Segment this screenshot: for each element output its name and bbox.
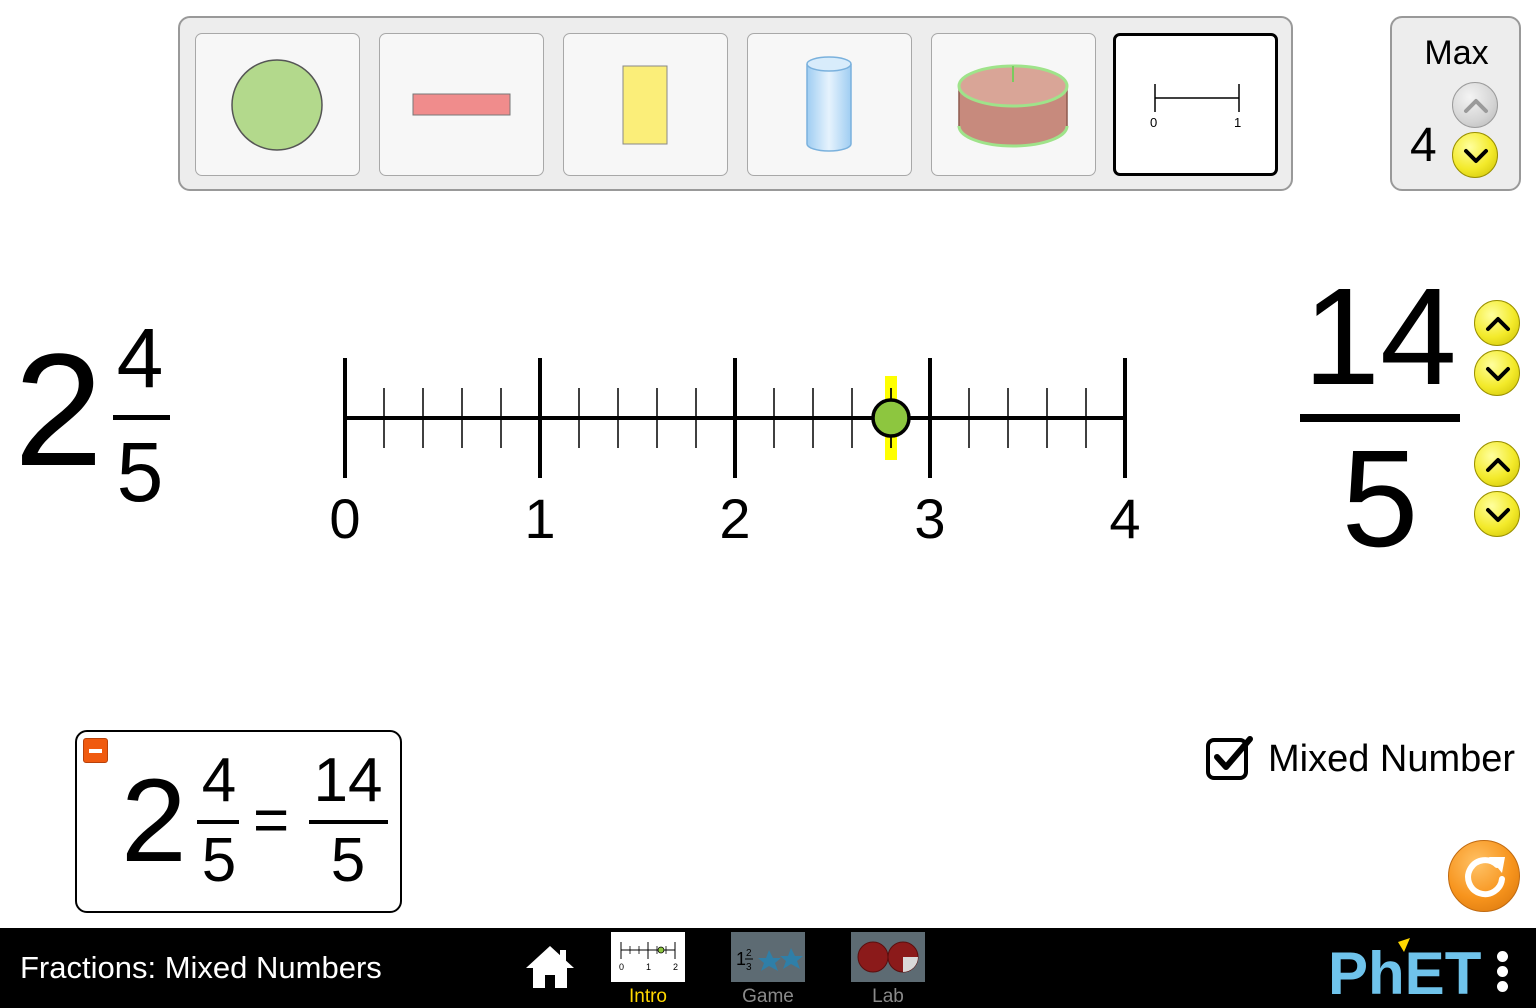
equation-improper-fraction-bar xyxy=(309,820,388,824)
svg-text:3: 3 xyxy=(746,962,752,973)
number-line-label: 1 xyxy=(524,487,555,550)
chevron-up-icon xyxy=(1486,458,1510,472)
representation-panel: 0 1 xyxy=(178,16,1293,191)
phet-logo[interactable]: PhET xyxy=(1328,938,1488,998)
mixed-whole: 2 xyxy=(14,320,103,499)
vertical-bar-representation-button[interactable] xyxy=(563,33,728,176)
screen-tab-intro-label: Intro xyxy=(628,986,668,1007)
equation-improper-denominator: 5 xyxy=(330,826,366,895)
number-line-icon-label-1: 1 xyxy=(1234,115,1242,130)
denominator-increment-button[interactable] xyxy=(1474,441,1520,487)
beaker-icon xyxy=(806,56,852,152)
equals-sign: = xyxy=(253,786,290,855)
chevron-down-icon xyxy=(1486,508,1510,522)
mixed-number-label: Mixed Number xyxy=(1268,738,1516,780)
screen-tab-intro[interactable]: 0 1 2 Intro xyxy=(610,931,686,1008)
svg-text:1: 1 xyxy=(736,949,746,969)
intro-screen-icon: 0 1 2 xyxy=(611,932,685,982)
equation-fraction-bar xyxy=(197,820,239,824)
equation-denominator: 5 xyxy=(201,826,237,895)
numerator-decrement-button[interactable] xyxy=(1474,350,1520,396)
chevron-down-icon xyxy=(1464,149,1488,163)
navigation-bar: Fractions: Mixed Numbers 0 1 2 Intro 1 2 xyxy=(0,928,1536,1008)
max-value: 4 xyxy=(1410,119,1437,172)
max-decrement-button[interactable] xyxy=(1452,132,1498,178)
number-line-label: 3 xyxy=(914,487,945,550)
sim-title: Fractions: Mixed Numbers xyxy=(20,950,382,985)
equation-improper-numerator: 14 xyxy=(313,746,383,815)
number-line-label: 4 xyxy=(1109,487,1140,550)
number-line-icon-label-0: 0 xyxy=(1150,115,1158,130)
cake-icon xyxy=(957,64,1069,148)
improper-numerator: 14 xyxy=(1303,260,1457,414)
home-icon[interactable] xyxy=(522,942,578,992)
max-increment-button[interactable] xyxy=(1452,82,1498,128)
improper-denominator: 5 xyxy=(1341,422,1419,576)
svg-text:0: 0 xyxy=(619,962,624,972)
chevron-down-icon xyxy=(1486,367,1510,381)
improper-fraction-bar xyxy=(1300,414,1460,422)
chevron-up-icon xyxy=(1486,317,1510,331)
game-screen-icon: 1 2 3 xyxy=(731,932,805,982)
max-label: Max xyxy=(1424,34,1489,72)
number-line-icon xyxy=(1154,84,1240,112)
lab-screen-icon xyxy=(851,932,925,982)
screen-tab-lab[interactable]: Lab xyxy=(850,931,926,1008)
numerator-increment-button[interactable] xyxy=(1474,300,1520,346)
mixed-fraction-bar xyxy=(113,415,170,420)
horizontal-bar-representation-button[interactable] xyxy=(379,33,544,176)
screen-tab-lab-label: Lab xyxy=(872,986,904,1007)
collapse-icon[interactable] xyxy=(83,738,108,763)
max-spinner-panel: Max 4 xyxy=(1390,16,1521,191)
reset-all-button[interactable] xyxy=(1448,840,1520,912)
horizontal-bar-icon xyxy=(412,93,511,116)
number-line-marker[interactable] xyxy=(871,398,911,438)
beaker-representation-button[interactable] xyxy=(747,33,912,176)
screen-tab-game-label: Game xyxy=(742,986,794,1007)
svg-text:2: 2 xyxy=(746,948,752,959)
circle-representation-button[interactable] xyxy=(195,33,360,176)
reset-icon xyxy=(1465,857,1505,898)
mixed-denominator: 5 xyxy=(116,425,164,519)
screen-tab-game[interactable]: 1 2 3 Game xyxy=(730,931,806,1008)
svg-text:1: 1 xyxy=(646,962,651,972)
equation-box: 2 4 5 = 14 5 xyxy=(75,730,402,913)
number-line-label: 2 xyxy=(719,487,750,550)
number-line-label: 0 xyxy=(329,487,360,550)
vertical-bar-icon xyxy=(622,65,668,145)
chevron-up-icon xyxy=(1464,99,1488,113)
menu-icon[interactable] xyxy=(1490,948,1516,996)
circle-icon xyxy=(231,59,323,151)
mixed-numerator: 4 xyxy=(116,311,164,405)
number-line: 0 1 2 3 4 xyxy=(329,358,1141,550)
svg-text:2: 2 xyxy=(673,962,678,972)
number-line-representation-button[interactable]: 0 1 xyxy=(1113,33,1278,176)
equation-whole: 2 xyxy=(121,755,187,887)
cake-representation-button[interactable] xyxy=(931,33,1096,176)
denominator-decrement-button[interactable] xyxy=(1474,491,1520,537)
checkbox-checked-icon[interactable] xyxy=(1205,734,1255,780)
equation-numerator: 4 xyxy=(201,746,237,815)
